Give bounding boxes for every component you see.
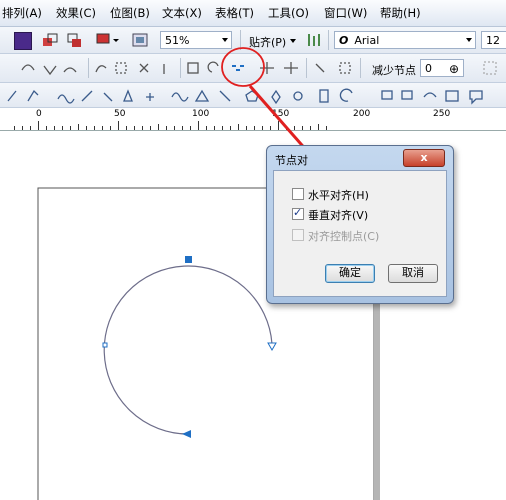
ruler-tick [14, 126, 15, 130]
menu-arrange[interactable]: 排列(A) [2, 5, 42, 21]
pick-tool-icon[interactable] [14, 32, 32, 50]
ruler-tick [46, 126, 47, 130]
ruler-label: 50 [114, 109, 126, 119]
align-control-points-checkbox [292, 229, 304, 241]
dialog-title: 节点对 [275, 154, 308, 167]
ruler-tick [182, 126, 183, 130]
options-icon[interactable] [306, 32, 322, 48]
cancel-button[interactable]: 取消 [388, 264, 438, 283]
menu-text[interactable]: 文本(X) [162, 5, 202, 21]
ruler-label: 150 [272, 109, 290, 119]
property-bar: 减少节点 0 ⊕ [0, 54, 506, 83]
ruler-label: 250 [433, 109, 451, 119]
ruler-tick [94, 126, 95, 130]
ruler-tick [254, 126, 255, 130]
font-size-combo[interactable]: 12 pt [481, 31, 506, 65]
horizontal-ruler[interactable]: 0 50 100 150 200 250 [0, 108, 506, 131]
ruler-tick [166, 126, 167, 130]
dialog-body: 水平对齐(H) 垂直对齐(V) 对齐控制点(C) 确定 取消 [273, 170, 447, 297]
horizontal-align-label: 水平对齐(H) [308, 189, 369, 202]
menu-tools[interactable]: 工具(O) [268, 5, 309, 21]
ruler-tick [110, 126, 111, 130]
ruler-tick [54, 126, 55, 130]
ruler-tick [174, 126, 175, 130]
ruler-tick [126, 126, 127, 130]
vertical-align-option[interactable]: 垂直对齐(V) [292, 206, 369, 223]
welcome-screen-icon[interactable] [132, 32, 148, 48]
export-icon[interactable] [66, 32, 82, 48]
ruler-tick [238, 124, 239, 130]
ruler-tick [198, 121, 199, 130]
align-control-points-label: 对齐控制点(C) [308, 230, 380, 243]
horizontal-align-checkbox[interactable] [292, 188, 304, 200]
ruler-tick [158, 124, 159, 130]
close-icon: x [420, 151, 428, 164]
snap-dropdown-icon[interactable] [290, 39, 296, 43]
vertical-align-label: 垂直对齐(V) [308, 209, 369, 222]
menu-table[interactable]: 表格(T) [215, 5, 254, 21]
curve-smoothness-input[interactable]: 0 ⊕ [420, 59, 464, 77]
standard-toolbar: 51% 贴齐(P) OArial 12 pt [0, 27, 506, 65]
ruler-tick [134, 126, 135, 130]
ruler-tick [62, 126, 63, 130]
ruler-tick [86, 126, 87, 130]
ruler-tick [118, 121, 119, 130]
ruler-tick [102, 126, 103, 130]
menu-effects[interactable]: 效果(C) [56, 5, 96, 21]
align-nodes-button[interactable] [228, 60, 248, 78]
spin-icon[interactable]: ⊕ [449, 60, 459, 78]
ruler-tick [190, 126, 191, 130]
ruler-label: 200 [353, 109, 371, 119]
ruler-tick [294, 126, 295, 130]
horizontal-align-option[interactable]: 水平对齐(H) [292, 187, 369, 203]
close-button[interactable]: x [403, 149, 445, 167]
ok-button[interactable]: 确定 [325, 264, 375, 283]
ruler-tick [38, 121, 39, 130]
tool-icons [7, 88, 483, 105]
menu-bar: 排列(A) 效果(C) 位图(B) 文本(X) 表格(T) 工具(O) 窗口(W… [0, 0, 506, 27]
ruler-tick [246, 126, 247, 130]
zoom-levels-combo[interactable]: 51% [160, 31, 232, 49]
snap-to-menu[interactable]: 贴齐(P) [249, 34, 286, 50]
ruler-tick [262, 126, 263, 130]
menu-help[interactable]: 帮助(H) [380, 5, 421, 21]
ruler-tick [310, 126, 311, 130]
opentype-icon: O [339, 34, 349, 47]
ruler-tick [150, 126, 151, 130]
ruler-tick [230, 126, 231, 130]
ruler-tick [22, 126, 23, 130]
ruler-label: 0 [36, 109, 42, 119]
ruler-label: 100 [192, 109, 210, 119]
ruler-tick [214, 126, 215, 130]
ruler-tick [142, 126, 143, 130]
align-control-points-option: 对齐控制点(C) [292, 228, 379, 244]
font-list-combo[interactable]: O Arial [334, 31, 476, 49]
left-node [102, 342, 108, 348]
ruler-tick [30, 126, 31, 130]
ruler-tick [286, 126, 287, 130]
ruler-tick [78, 124, 79, 130]
ruler-tick [302, 126, 303, 130]
ruler-tick [206, 126, 207, 130]
ruler-tick [70, 126, 71, 130]
ruler-tick [326, 126, 327, 130]
vertical-align-checkbox[interactable] [292, 206, 304, 220]
import-icon[interactable] [42, 32, 58, 48]
application-launcher-icon[interactable] [96, 32, 119, 48]
menu-window[interactable]: 窗口(W) [324, 5, 367, 21]
ruler-tick [222, 126, 223, 130]
menu-bitmaps[interactable]: 位图(B) [110, 5, 150, 21]
top-node [185, 256, 192, 263]
reduce-nodes-label: 减少节点 [372, 64, 416, 77]
ruler-tick [270, 126, 271, 130]
ruler-tick [318, 124, 319, 130]
select-all-nodes-icon[interactable] [482, 60, 498, 76]
page-shadow [374, 301, 380, 500]
ruler-tick [278, 121, 279, 130]
align-nodes-dialog: 节点对 x 水平对齐(H) 垂直对齐(V) 对齐控制点(C) 确定 取消 [266, 145, 454, 304]
toolbox-row [0, 83, 506, 108]
